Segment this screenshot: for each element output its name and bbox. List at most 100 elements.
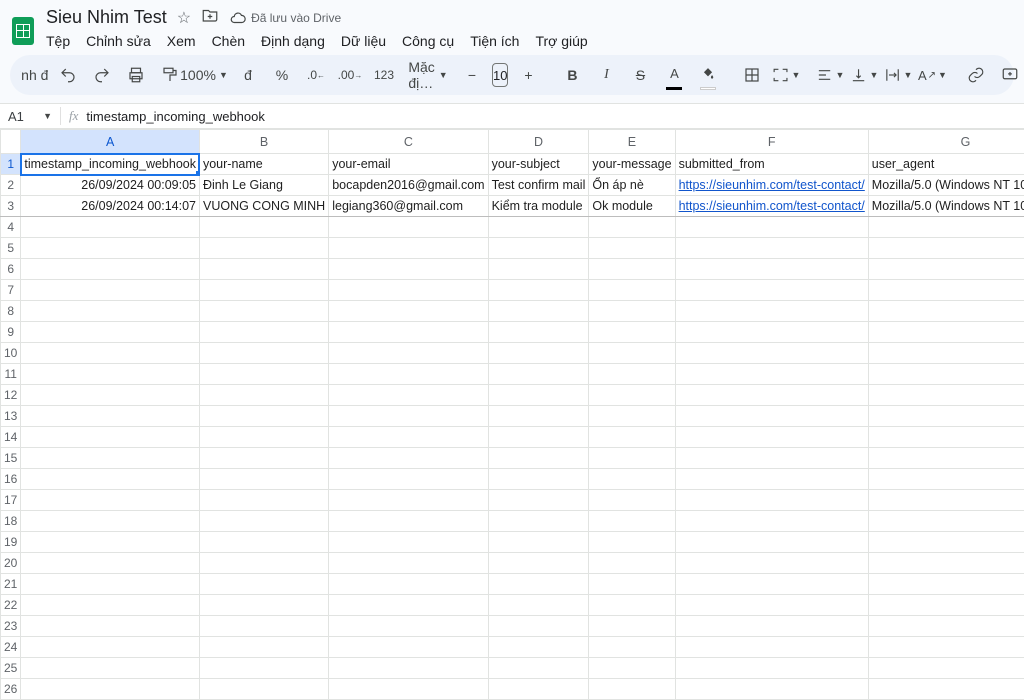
- cell-E18[interactable]: [589, 511, 675, 532]
- cell-A12[interactable]: [21, 385, 200, 406]
- cell-F23[interactable]: [675, 616, 868, 637]
- row-header-11[interactable]: 11: [1, 364, 21, 385]
- cell-B18[interactable]: [199, 511, 328, 532]
- cell-D17[interactable]: [488, 490, 589, 511]
- col-header-B[interactable]: B: [199, 130, 328, 154]
- row-header-23[interactable]: 23: [1, 616, 21, 637]
- cell-G23[interactable]: [868, 616, 1024, 637]
- text-color-button[interactable]: A: [660, 61, 688, 89]
- cell-G25[interactable]: [868, 658, 1024, 679]
- cell-C23[interactable]: [329, 616, 488, 637]
- col-header-D[interactable]: D: [488, 130, 589, 154]
- cell-E2[interactable]: Ổn áp nè: [589, 175, 675, 196]
- cell-C7[interactable]: [329, 280, 488, 301]
- cell-A21[interactable]: [21, 574, 200, 595]
- cell-B10[interactable]: [199, 343, 328, 364]
- cell-B8[interactable]: [199, 301, 328, 322]
- menu-data[interactable]: Dữ liệu: [341, 33, 386, 49]
- cell-A10[interactable]: [21, 343, 200, 364]
- cell-A2[interactable]: 26/09/2024 00:09:05: [21, 175, 200, 196]
- cell-F17[interactable]: [675, 490, 868, 511]
- cell-A18[interactable]: [21, 511, 200, 532]
- cell-C5[interactable]: [329, 238, 488, 259]
- row-header-5[interactable]: 5: [1, 238, 21, 259]
- cell-F5[interactable]: [675, 238, 868, 259]
- cell-G15[interactable]: [868, 448, 1024, 469]
- cell-F12[interactable]: [675, 385, 868, 406]
- cell-C17[interactable]: [329, 490, 488, 511]
- spreadsheet-grid[interactable]: ABCDEFGH1timestamp_incoming_webhookyour-…: [0, 129, 1024, 700]
- row-header-19[interactable]: 19: [1, 532, 21, 553]
- font-size-decrease[interactable]: −: [458, 61, 486, 89]
- cell-D4[interactable]: [488, 217, 589, 238]
- cell-E19[interactable]: [589, 532, 675, 553]
- cell-A17[interactable]: [21, 490, 200, 511]
- cell-B7[interactable]: [199, 280, 328, 301]
- cell-B16[interactable]: [199, 469, 328, 490]
- cell-F7[interactable]: [675, 280, 868, 301]
- cell-D19[interactable]: [488, 532, 589, 553]
- cell-B6[interactable]: [199, 259, 328, 280]
- cell-G16[interactable]: [868, 469, 1024, 490]
- zoom-select[interactable]: 100%▼: [190, 61, 218, 89]
- cell-A1[interactable]: timestamp_incoming_webhook: [21, 154, 200, 175]
- cell-G7[interactable]: [868, 280, 1024, 301]
- menu-edit[interactable]: Chỉnh sửa: [86, 33, 151, 49]
- cell-C2[interactable]: bocapden2016@gmail.com: [329, 175, 488, 196]
- increase-decimal-button[interactable]: .00→: [336, 61, 364, 89]
- col-header-C[interactable]: C: [329, 130, 488, 154]
- col-header-G[interactable]: G: [868, 130, 1024, 154]
- menu-view[interactable]: Xem: [167, 33, 196, 49]
- cell-E24[interactable]: [589, 637, 675, 658]
- cell-C9[interactable]: [329, 322, 488, 343]
- cell-D23[interactable]: [488, 616, 589, 637]
- select-all-cell[interactable]: [1, 130, 21, 154]
- cell-D1[interactable]: your-subject: [488, 154, 589, 175]
- cell-B2[interactable]: Đinh Le Giang: [199, 175, 328, 196]
- cell-A11[interactable]: [21, 364, 200, 385]
- cell-E4[interactable]: [589, 217, 675, 238]
- cell-A25[interactable]: [21, 658, 200, 679]
- cell-F19[interactable]: [675, 532, 868, 553]
- cell-A9[interactable]: [21, 322, 200, 343]
- cell-E13[interactable]: [589, 406, 675, 427]
- cell-C14[interactable]: [329, 427, 488, 448]
- cell-B22[interactable]: [199, 595, 328, 616]
- cell-C25[interactable]: [329, 658, 488, 679]
- cell-G19[interactable]: [868, 532, 1024, 553]
- cell-F11[interactable]: [675, 364, 868, 385]
- col-header-A[interactable]: A: [21, 130, 200, 154]
- cell-E3[interactable]: Ok module: [589, 196, 675, 217]
- font-family-select[interactable]: Mặc đị…▼: [414, 61, 442, 89]
- cell-C1[interactable]: your-email: [329, 154, 488, 175]
- cell-B15[interactable]: [199, 448, 328, 469]
- cell-G1[interactable]: user_agent: [868, 154, 1024, 175]
- cell-C26[interactable]: [329, 679, 488, 700]
- row-header-12[interactable]: 12: [1, 385, 21, 406]
- cell-F3[interactable]: https://sieunhim.com/test-contact/: [675, 196, 868, 217]
- menu-ext[interactable]: Tiện ích: [470, 33, 519, 49]
- fill-color-button[interactable]: [694, 61, 722, 89]
- cell-G18[interactable]: [868, 511, 1024, 532]
- cell-E9[interactable]: [589, 322, 675, 343]
- row-header-13[interactable]: 13: [1, 406, 21, 427]
- cell-E26[interactable]: [589, 679, 675, 700]
- cell-B1[interactable]: your-name: [199, 154, 328, 175]
- cell-G10[interactable]: [868, 343, 1024, 364]
- link-button[interactable]: [962, 61, 990, 89]
- cell-F15[interactable]: [675, 448, 868, 469]
- cell-E14[interactable]: [589, 427, 675, 448]
- cell-B13[interactable]: [199, 406, 328, 427]
- merge-button[interactable]: ▼: [772, 61, 800, 89]
- row-header-18[interactable]: 18: [1, 511, 21, 532]
- cell-F4[interactable]: [675, 217, 868, 238]
- cell-C10[interactable]: [329, 343, 488, 364]
- menu-format[interactable]: Định dạng: [261, 33, 325, 49]
- col-header-E[interactable]: E: [589, 130, 675, 154]
- cell-F1[interactable]: submitted_from: [675, 154, 868, 175]
- cell-C24[interactable]: [329, 637, 488, 658]
- menu-tools[interactable]: Công cụ: [402, 33, 454, 49]
- row-header-6[interactable]: 6: [1, 259, 21, 280]
- cell-A16[interactable]: [21, 469, 200, 490]
- row-header-24[interactable]: 24: [1, 637, 21, 658]
